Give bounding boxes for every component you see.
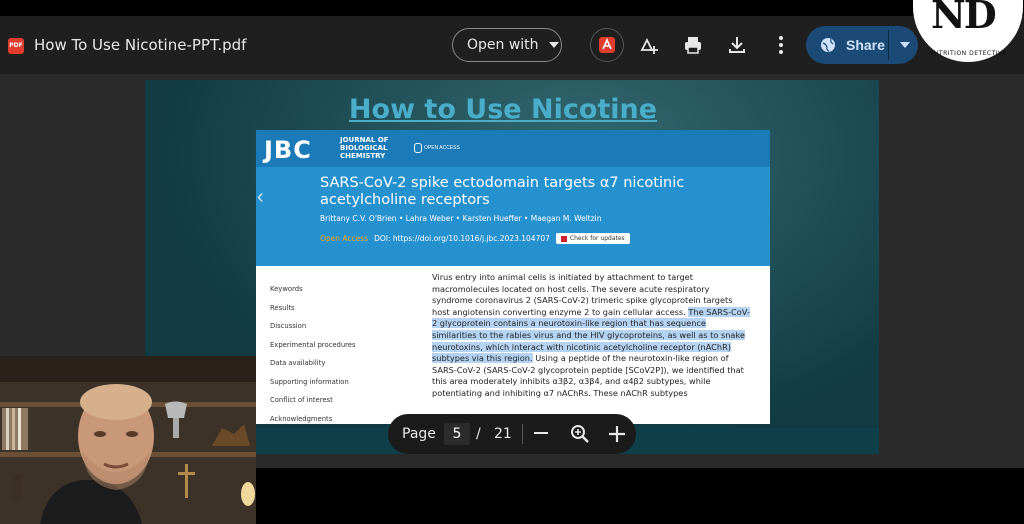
toc-item: Acknowledgments xyxy=(270,414,333,423)
acrobat-icon[interactable] xyxy=(590,28,624,62)
toc-item: Supporting information xyxy=(270,377,349,386)
share-button[interactable]: Share xyxy=(806,26,918,64)
brand-logo: ND NUTRITION DETECTIVE xyxy=(913,0,1023,62)
toc-item: Data availability xyxy=(270,359,326,367)
brand-logo-subtitle: NUTRITION DETECTIVE xyxy=(929,50,1007,57)
more-vert-icon[interactable] xyxy=(766,30,796,60)
article-title: SARS-CoV-2 spike ectodomain targets α7 n… xyxy=(320,175,685,208)
page-separator: / xyxy=(476,426,481,442)
share-options-icon[interactable] xyxy=(900,42,910,48)
article-abstract: Virus entry into animal cells is initiat… xyxy=(432,272,752,400)
article-doi: DOI: https://doi.org/10.1016/j.jbc.2023.… xyxy=(374,234,550,243)
check-updates-label: Check for updates xyxy=(569,235,625,242)
share-divider xyxy=(888,30,889,60)
add-to-drive-icon[interactable] xyxy=(634,30,664,60)
article-doi-row: Open Access DOI: https://doi.org/10.1016… xyxy=(320,233,630,244)
print-icon[interactable] xyxy=(678,30,708,60)
toc-item: Experimental procedures xyxy=(270,340,356,349)
chevron-left-icon: ‹ xyxy=(257,186,264,208)
toc-item: Conflict of interest xyxy=(270,396,333,404)
journal-name: JOURNAL OF BIOLOGICAL CHEMISTRY xyxy=(340,136,389,160)
webcam-overlay xyxy=(0,356,256,524)
presenter-video xyxy=(0,356,256,524)
journal-bar xyxy=(256,130,770,167)
page-label: Page xyxy=(402,426,436,442)
slide-title: How to Use Nicotine xyxy=(348,94,658,125)
fit-zoom-icon[interactable] xyxy=(570,424,590,444)
updates-flag-icon xyxy=(560,235,567,242)
brand-logo-mark: ND xyxy=(931,0,997,37)
toc-item: Results xyxy=(270,303,295,312)
open-access-badge: OPEN ACCESS xyxy=(414,143,460,153)
share-label: Share xyxy=(846,37,885,53)
page-number-input[interactable]: 5 xyxy=(444,423,470,445)
file-title: How To Use Nicotine-PPT.pdf xyxy=(34,36,247,54)
jbc-logo: JBC xyxy=(264,136,312,164)
zoom-in-icon[interactable] xyxy=(608,425,626,443)
chevron-down-icon xyxy=(548,42,559,48)
toc-item: Keywords xyxy=(270,285,303,293)
open-with-button[interactable]: Open with xyxy=(452,28,562,62)
zoom-out-icon[interactable] xyxy=(534,432,548,434)
total-pages: 21 xyxy=(494,426,512,442)
open-access-label: Open Access xyxy=(320,234,369,243)
pdf-icon: PDF xyxy=(8,38,24,54)
download-icon[interactable] xyxy=(722,30,752,60)
globe-icon xyxy=(821,38,835,52)
top-toolbar: PDF How To Use Nicotine-PPT.pdf Open wit… xyxy=(0,16,1024,74)
open-access-badge-label: OPEN ACCESS xyxy=(424,145,460,151)
open-with-label: Open with xyxy=(467,37,539,53)
page-bar-divider xyxy=(522,424,523,444)
check-for-updates-badge: Check for updates xyxy=(555,233,630,244)
article-toc: Keywords Results Discussion Experimental… xyxy=(270,280,356,424)
toc-item: Discussion xyxy=(270,322,307,330)
article-authors: Brittany C.V. O'Brien • Lahra Weber • Ka… xyxy=(320,214,602,223)
page-controls: Page 5 / 21 xyxy=(388,414,636,454)
article-screenshot: JBC JOURNAL OF BIOLOGICAL CHEMISTRY OPEN… xyxy=(256,130,770,424)
article-header: JBC JOURNAL OF BIOLOGICAL CHEMISTRY OPEN… xyxy=(256,130,770,266)
open-access-icon xyxy=(414,143,422,153)
